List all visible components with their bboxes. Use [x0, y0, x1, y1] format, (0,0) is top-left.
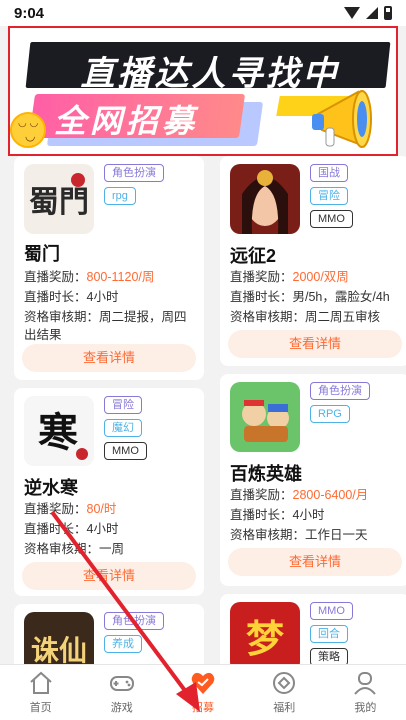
- duration-line: 直播时长：4小时: [230, 508, 325, 522]
- nav-item-home[interactable]: 首页: [0, 665, 81, 720]
- game-thumbnail: [230, 164, 300, 234]
- view-details-button[interactable]: 查看详情: [22, 344, 196, 372]
- gift-icon: [273, 672, 296, 694]
- banner-subtitle: 全网招募: [54, 103, 199, 139]
- game-name: 百炼英雄: [230, 464, 302, 484]
- home-icon: [29, 671, 52, 694]
- game-thumbnail: 寒: [24, 396, 94, 466]
- nav-label: 首页: [29, 702, 52, 714]
- signal-icon: [366, 7, 378, 19]
- view-details-button[interactable]: 查看详情: [228, 548, 402, 576]
- system-icons: [344, 6, 392, 20]
- game-name: 远征2: [230, 246, 277, 266]
- nav-item-games[interactable]: 游戏: [81, 665, 162, 720]
- game-name: 蜀门: [24, 244, 60, 264]
- thumb-calligraphy: 蜀門: [29, 185, 89, 220]
- genre-tag: rpg: [104, 187, 136, 205]
- status-bar: 9:04: [0, 0, 406, 26]
- gamepad-icon: [109, 676, 134, 691]
- genre-tag: 冒险: [104, 396, 142, 414]
- game-thumbnail: 蜀門: [24, 164, 94, 234]
- genre-tag: 角色扮演: [104, 612, 164, 630]
- game-thumbnail: [230, 382, 300, 452]
- tag-list: 冒险 魔幻 MMO: [104, 396, 147, 460]
- reward-line: 直播奖励：800-1120/周: [24, 270, 155, 284]
- reward-line: 直播奖励：80/时: [24, 502, 117, 516]
- reward-value: 2800-6400/月: [292, 488, 369, 502]
- genre-tag: RPG: [310, 405, 350, 423]
- duration-line: 直播时长：4小时: [24, 290, 119, 304]
- nav-item-welfare[interactable]: 福利: [244, 665, 325, 720]
- reward-value: 2000/双周: [292, 270, 349, 284]
- tag-list: MMO 回合 策略: [310, 602, 353, 664]
- smiley-icon: [10, 112, 46, 148]
- genre-tag: 国战: [310, 164, 348, 182]
- genre-tag: 角色扮演: [104, 164, 164, 182]
- tag-list: 角色扮演 养成: [104, 612, 164, 653]
- reward-line: 直播奖励：2800-6400/月: [230, 488, 369, 502]
- game-card[interactable]: 诛仙 角色扮演 养成: [14, 604, 204, 664]
- megaphone-icon: [312, 90, 372, 148]
- game-card[interactable]: 蜀門 角色扮演 rpg 蜀门 直播奖励：800-1120/周 直播时长：4小时 …: [14, 156, 204, 380]
- genre-tag: 回合: [310, 625, 348, 643]
- game-card[interactable]: 梦 MMO 回合 策略: [220, 594, 406, 664]
- view-details-button[interactable]: 查看详情: [228, 330, 402, 358]
- thumb-calligraphy: 寒: [38, 409, 78, 456]
- recruit-banner[interactable]: 直播达人寻找中 全网招募: [8, 26, 398, 156]
- review-line: 资格审核期：工作日一天: [230, 528, 368, 542]
- genre-tag: 养成: [104, 635, 142, 653]
- reward-line: 直播奖励：2000/双周: [230, 270, 349, 284]
- game-card[interactable]: 角色扮演 RPG 百炼英雄 直播奖励：2800-6400/月 直播时长：4小时 …: [220, 374, 406, 586]
- review-line: 资格审核期：周二提报，周四出结果: [24, 310, 187, 342]
- game-thumbnail: 诛仙: [24, 612, 94, 664]
- genre-tag: 魔幻: [104, 419, 142, 437]
- tag-list: 角色扮演 RPG: [310, 382, 370, 423]
- review-line: 资格审核期：一周: [24, 542, 125, 556]
- nav-label: 游戏: [110, 702, 133, 714]
- game-card[interactable]: 寒 冒险 魔幻 MMO 逆水寒 直播奖励：80/时 直播时长：4小时 资格审核期…: [14, 388, 204, 596]
- tag-list: 角色扮演 rpg: [104, 164, 164, 205]
- game-card[interactable]: 国战 冒险 MMO 远征2 直播奖励：2000/双周 直播时长：男/5h，露脸女…: [220, 156, 406, 366]
- duration-line: 直播时长：男/5h，露脸女/4h: [230, 290, 390, 304]
- recruit-icon: [191, 672, 215, 694]
- genre-tag: MMO: [310, 602, 353, 620]
- profile-icon: [354, 672, 377, 695]
- game-thumbnail: 梦: [230, 602, 300, 664]
- view-details-button[interactable]: 查看详情: [22, 562, 196, 590]
- genre-tag: 冒险: [310, 187, 348, 205]
- nav-label: 福利: [273, 702, 296, 714]
- genre-tag: MMO: [310, 210, 353, 228]
- review-line: 资格审核期：周二周五审核: [230, 310, 381, 324]
- genre-tag: 角色扮演: [310, 382, 370, 400]
- wifi-icon: [344, 7, 360, 19]
- game-list[interactable]: 蜀門 角色扮演 rpg 蜀门 直播奖励：800-1120/周 直播时长：4小时 …: [0, 156, 406, 664]
- nav-label: 招募: [192, 702, 214, 714]
- nav-item-recruit[interactable]: 招募: [162, 665, 243, 720]
- genre-tag: MMO: [104, 442, 147, 460]
- nav-label: 我的: [354, 702, 377, 714]
- game-name: 逆水寒: [24, 478, 78, 498]
- thumb-calligraphy: 诛仙: [31, 634, 87, 664]
- nav-item-profile[interactable]: 我的: [325, 665, 406, 720]
- reward-value: 800-1120/周: [86, 270, 155, 284]
- bottom-nav: 首页 游戏 招募 福利 我的: [0, 664, 406, 720]
- genre-tag: 策略: [310, 648, 348, 664]
- duration-line: 直播时长：4小时: [24, 522, 119, 536]
- thumb-calligraphy: 梦: [246, 616, 284, 661]
- status-time: 9:04: [14, 4, 45, 22]
- battery-icon: [384, 6, 392, 20]
- reward-value: 80/时: [86, 502, 117, 516]
- tag-list: 国战 冒险 MMO: [310, 164, 353, 228]
